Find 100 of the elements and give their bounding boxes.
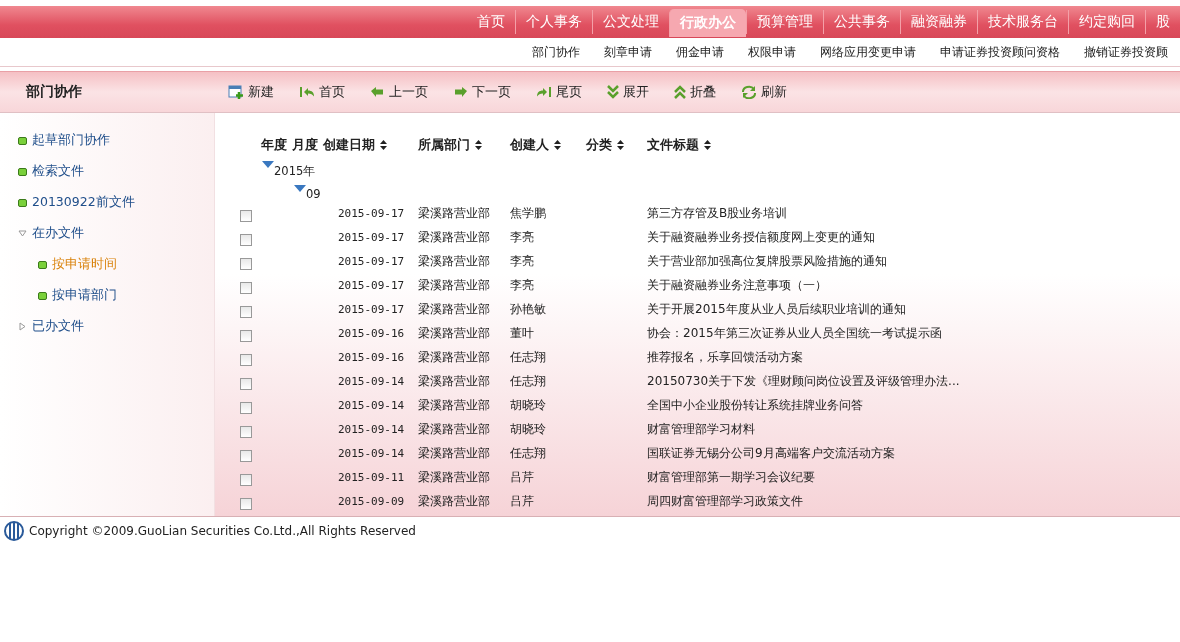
bullet-icon [18,167,27,176]
toolbar-button[interactable]: 上一页 [370,83,428,101]
caret-down-icon[interactable] [18,229,27,238]
copyright-text: Copyright ©2009.GuoLian Securities Co.Ltd.,All Rights Reserved [29,524,416,538]
row-checkbox[interactable] [240,210,252,222]
group-label[interactable]: 09 [306,187,321,201]
toolbar-button[interactable]: 刷新 [741,83,787,101]
table-cell-text: 焦学鹏 [510,204,547,222]
table-cell-text: 董叶 [510,324,535,342]
column-header[interactable]: 文件标题 [647,136,1180,154]
sub-nav-link[interactable]: 申请证券投资顾问资格 [928,43,1072,61]
column-header: 月度 [292,136,318,154]
row-checkbox[interactable] [240,498,252,510]
sort-icon[interactable] [704,140,711,150]
table-cell[interactable]: 推荐报名，乐享回馈活动方案 [647,348,1180,366]
row-checkbox[interactable] [240,306,252,318]
first-page-icon [299,85,315,99]
table-cell-text: 胡晓玲 [510,396,547,414]
table-cell-text: 2015-09-14 [338,446,406,460]
table-cell-text: 2015-09-17 [338,206,406,220]
row-checkbox[interactable] [240,258,252,270]
sub-nav-link[interactable]: 权限申请 [736,43,808,61]
column-header[interactable]: 创建人 [510,136,586,154]
back-arrow-icon [370,86,385,98]
nav-tab[interactable]: 公共事务 [823,9,900,34]
nav-tab[interactable]: 技术服务台 [977,9,1068,34]
row-checkbox[interactable] [240,378,252,390]
row-checkbox[interactable] [240,354,252,366]
sort-icon[interactable] [475,140,482,150]
refresh-icon [741,85,757,99]
forward-arrow-icon [453,86,468,98]
row-checkbox[interactable] [240,474,252,486]
row-checkbox[interactable] [240,426,252,438]
sub-nav-link[interactable]: 网络应用变更申请 [808,43,928,61]
toolbar-button[interactable]: 折叠 [674,83,716,101]
row-checkbox[interactable] [240,402,252,414]
table-cell[interactable]: 20150730关于下发《理财顾问岗位设置及评级管理办法... [647,372,1180,390]
row-checkbox[interactable] [240,450,252,462]
column-header[interactable]: 分类 [586,136,647,154]
sidebar-item[interactable]: 按申请部门 [52,287,117,304]
sub-nav-link[interactable]: 刻章申请 [592,43,664,61]
table-cell-text: 李亮 [510,228,535,246]
row-checkbox[interactable] [240,234,252,246]
table-cell[interactable]: 关于营业部加强高位复牌股票风险措施的通知 [647,252,1180,270]
sidebar-item[interactable]: 20130922前文件 [32,194,135,211]
double-chevron-up-icon [674,85,686,99]
toolbar-button[interactable]: 新建 [228,83,274,101]
toolbar-button[interactable]: 展开 [607,83,649,101]
sub-nav-link[interactable]: 部门协作 [520,43,592,61]
nav-tab[interactable]: 个人事务 [515,9,592,34]
toolbar-button[interactable]: 下一页 [453,83,511,101]
row-checkbox[interactable] [240,330,252,342]
column-header[interactable]: 创建日期 [323,136,387,154]
sidebar-item[interactable]: 已办文件 [32,318,84,335]
nav-tab[interactable]: 融资融券 [900,9,977,34]
table-cell-text: 梁溪路营业部 [418,300,491,318]
table-cell-text: 吕芹 [510,492,535,510]
sub-nav-link[interactable]: 撤销证券投资顾 [1072,43,1180,61]
table-cell[interactable]: 关于开展2015年度从业人员后续职业培训的通知 [647,300,1180,318]
caret-right-icon[interactable] [18,322,27,331]
table-cell[interactable]: 协会：2015年第三次证券从业人员全国统一考试提示函 [647,324,1180,342]
nav-tab[interactable]: 约定购回 [1068,9,1145,34]
table-cell-text: 梁溪路营业部 [418,204,491,222]
table-cell[interactable]: 全国中小企业股份转让系统挂牌业务问答 [647,396,1180,414]
toolbar-button[interactable]: 尾页 [536,83,582,101]
table-cell[interactable]: 国联证券无锡分公司9月高端客户交流活动方案 [647,444,1180,462]
triangle-down-icon[interactable] [294,185,306,193]
table-cell-text: 2015-09-14 [338,374,406,388]
toolbar-button[interactable]: 首页 [299,83,345,101]
nav-tab[interactable]: 首页 [467,9,515,34]
sidebar-item[interactable]: 起草部门协作 [32,132,110,149]
table-cell-text: 梁溪路营业部 [418,276,491,294]
sub-nav-link[interactable]: 佣金申请 [664,43,736,61]
sort-icon[interactable] [617,140,624,150]
sort-icon[interactable] [380,140,387,150]
sidebar-item[interactable]: 检索文件 [32,163,84,180]
sidebar-item[interactable]: 在办文件 [32,225,84,242]
table-cell-text: 2015-09-14 [338,422,406,436]
table-cell-text: 2015-09-17 [338,230,406,244]
column-header[interactable]: 所属部门 [418,136,510,154]
table-cell[interactable]: 财富管理部学习材料 [647,420,1180,438]
bullet-icon [38,291,47,300]
row-checkbox[interactable] [240,282,252,294]
table-cell[interactable]: 周四财富管理部学习政策文件 [647,492,1180,510]
table-cell[interactable]: 关于融资融券业务授信额度网上变更的通知 [647,228,1180,246]
group-label[interactable]: 2015年 [274,164,316,179]
column-header: 年度 [261,136,287,154]
page-title: 部门协作 [25,83,83,101]
table-cell-text: 任志翔 [510,372,547,390]
table-cell[interactable]: 关于融资融券业务注意事项（一） [647,276,1180,294]
table-cell-text: 梁溪路营业部 [418,252,491,270]
new-document-icon [228,84,244,100]
table-cell[interactable]: 财富管理部第一期学习会议纪要 [647,468,1180,486]
sort-icon[interactable] [554,140,561,150]
triangle-down-icon[interactable] [262,161,274,169]
table-cell-text: 2015-09-17 [338,278,406,292]
table-cell[interactable]: 第三方存管及B股业务培训 [647,204,1180,222]
table-cell-text: 吕芹 [510,468,535,486]
table-cell-text: 梁溪路营业部 [418,228,491,246]
table-cell-text: 梁溪路营业部 [418,492,491,510]
